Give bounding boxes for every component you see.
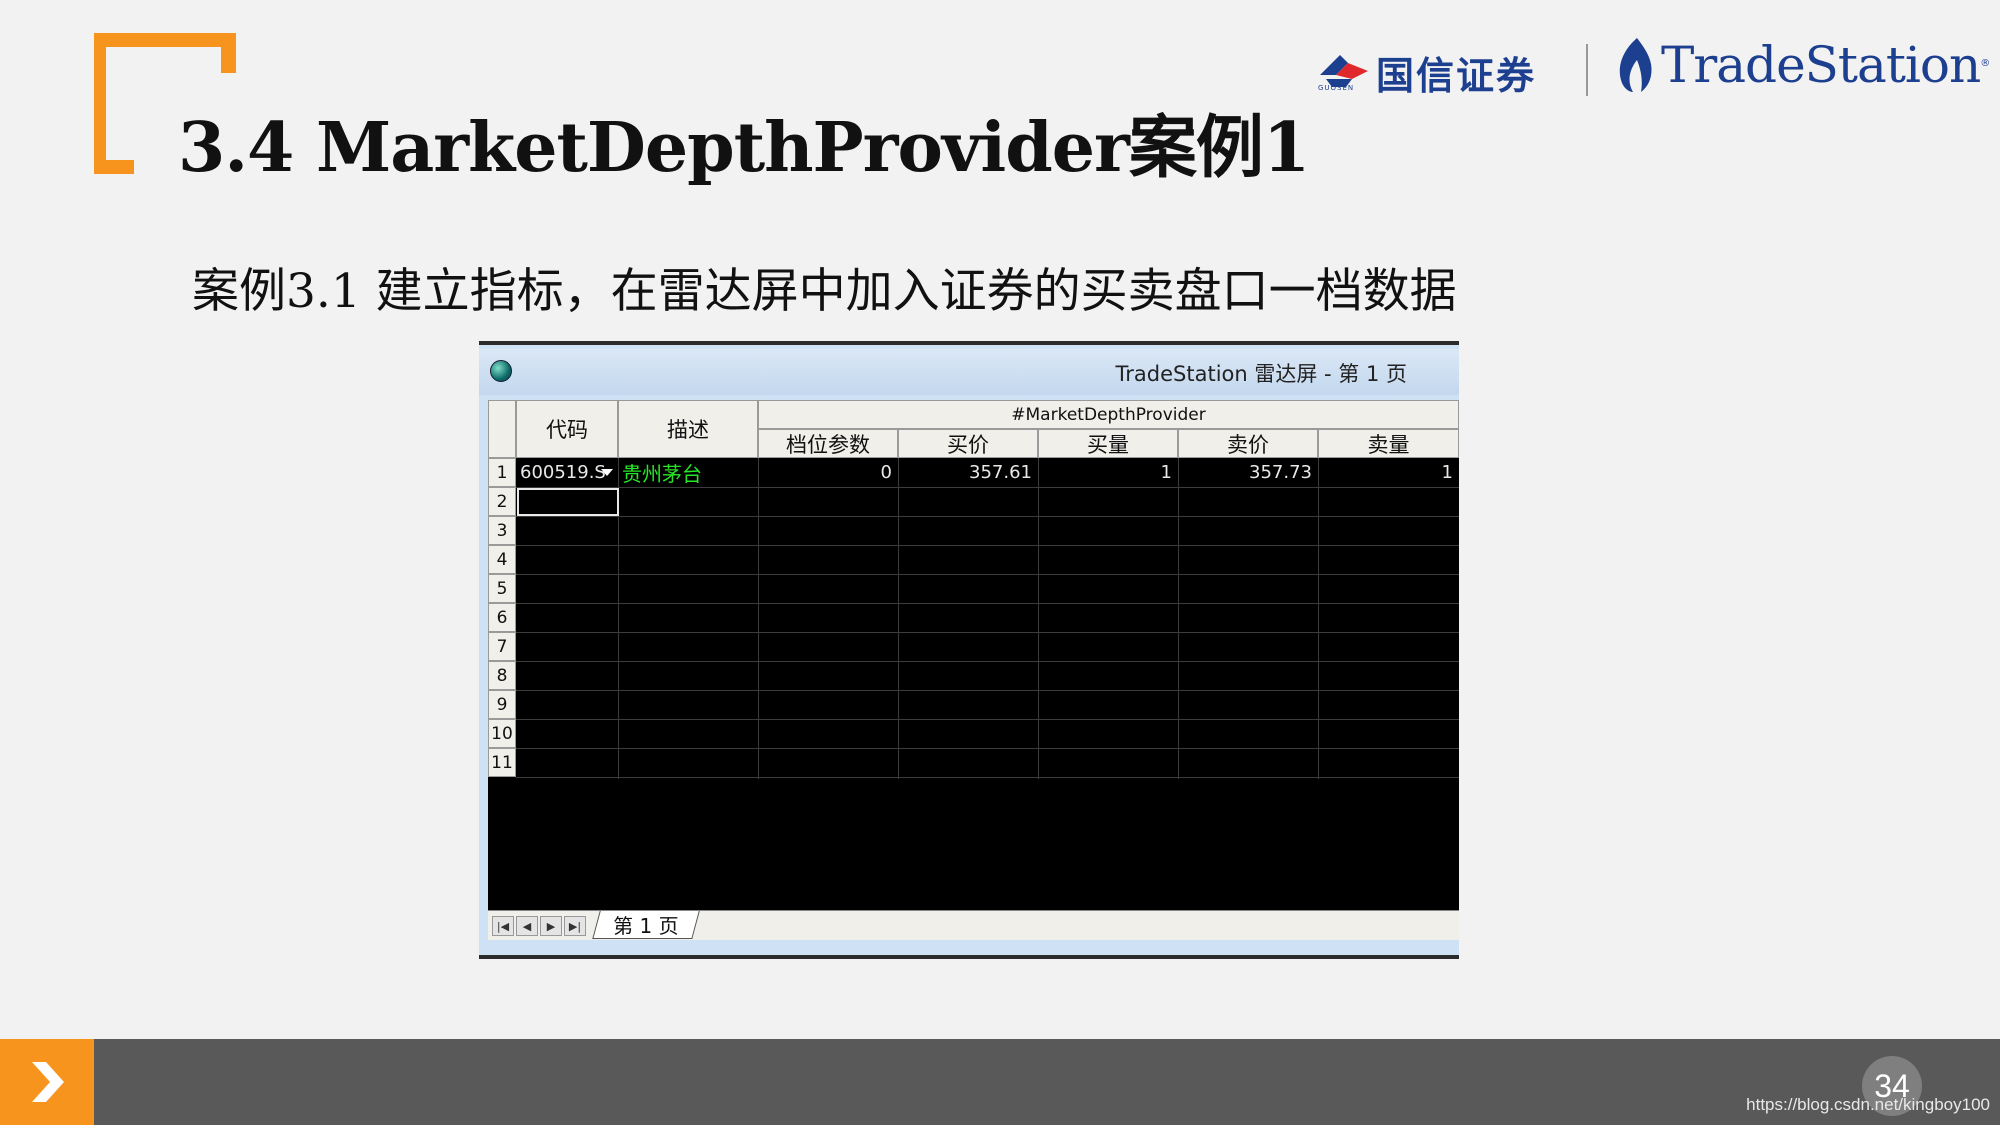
column-group-header[interactable]: #MarketDepthProvider (758, 400, 1459, 429)
symbol-input-cell[interactable] (517, 488, 619, 516)
bid-size-cell[interactable]: 1 (1038, 458, 1178, 487)
sheet-tab-page-1[interactable]: 第 1 页 (592, 911, 700, 939)
column-header-ask-size[interactable]: 卖量 (1318, 429, 1459, 458)
sheet-tab-label: 第 1 页 (613, 914, 679, 938)
symbol-cell[interactable]: 600519.S (516, 458, 618, 487)
slide-title: 3.4 MarketDepthProvider案例1 (178, 108, 1310, 188)
footer-bar (0, 1039, 2000, 1125)
radar-screen-window: TradeStation 雷达屏 - 第 1 页 代码 描述 #MarketDe… (479, 341, 1459, 959)
row-number[interactable]: 10 (488, 719, 516, 748)
row-number[interactable]: 2 (488, 487, 516, 516)
column-header-description[interactable]: 描述 (618, 400, 758, 458)
row-number[interactable]: 11 (488, 748, 516, 777)
radar-grid: 代码 描述 #MarketDepthProvider 档位参数 买价 买量 卖价… (488, 400, 1459, 910)
guosen-sub: GUOSEN (1318, 84, 1355, 92)
logo-divider (1586, 44, 1588, 96)
window-titlebar[interactable]: TradeStation 雷达屏 - 第 1 页 (479, 349, 1459, 395)
grid-line (758, 458, 759, 779)
grid-line (1178, 458, 1179, 779)
window-title: TradeStation 雷达屏 - 第 1 页 (1115, 362, 1407, 386)
tradestation-globe-icon[interactable] (490, 360, 512, 382)
sheet-tab-bar: |◀ ◀ ▶ ▶| 第 1 页 (488, 910, 1459, 940)
row-number[interactable]: 5 (488, 574, 516, 603)
slide-subtitle: 案例3.1 建立指标，在雷达屏中加入证券的买卖盘口一档数据 (192, 264, 1457, 319)
corner-header[interactable] (488, 400, 516, 458)
ask-price-cell[interactable]: 357.73 (1178, 458, 1318, 487)
symbol-value: 600519.S (520, 462, 606, 483)
watermark: https://blog.csdn.net/kingboy100 (1746, 1095, 1990, 1114)
registered-mark: ® (1980, 58, 1991, 69)
column-header-symbol[interactable]: 代码 (516, 400, 618, 458)
window-bottom-border (479, 940, 1459, 959)
next-page-icon[interactable]: ▶ (540, 916, 562, 936)
chevron-right-icon (32, 1062, 64, 1102)
chevron-down-icon[interactable] (601, 469, 613, 476)
description-cell[interactable]: 贵州茅台 (618, 458, 758, 487)
tradestation-logo: TradeStation ® (1615, 36, 1990, 94)
ask-size-cell[interactable]: 1 (1318, 458, 1459, 487)
prev-page-icon[interactable]: ◀ (516, 916, 538, 936)
row-number[interactable]: 6 (488, 603, 516, 632)
row-number[interactable]: 9 (488, 690, 516, 719)
tradestation-flame-icon (1619, 38, 1652, 92)
bid-price-cell[interactable]: 357.61 (898, 458, 1038, 487)
column-header-bid-price[interactable]: 买价 (898, 429, 1038, 458)
row-number[interactable]: 1 (488, 458, 516, 487)
grid-line (1318, 458, 1319, 779)
first-page-icon[interactable]: |◀ (492, 916, 514, 936)
grid-line (1038, 458, 1039, 779)
guosen-name: 国信证券 (1376, 52, 1537, 98)
last-page-icon[interactable]: ▶| (564, 916, 586, 936)
row-number[interactable]: 7 (488, 632, 516, 661)
row-number[interactable]: 3 (488, 516, 516, 545)
column-header-bid-size[interactable]: 买量 (1038, 429, 1178, 458)
row-number[interactable]: 8 (488, 661, 516, 690)
tradestation-name: TradeStation (1661, 36, 1981, 94)
guosen-logo: 国信证券 GUOSEN (1318, 44, 1536, 100)
column-header-level-param[interactable]: 档位参数 (758, 429, 898, 458)
level-param-cell[interactable]: 0 (758, 458, 898, 487)
row-number[interactable]: 4 (488, 545, 516, 574)
column-header-ask-price[interactable]: 卖价 (1178, 429, 1318, 458)
grid-line (898, 458, 899, 779)
